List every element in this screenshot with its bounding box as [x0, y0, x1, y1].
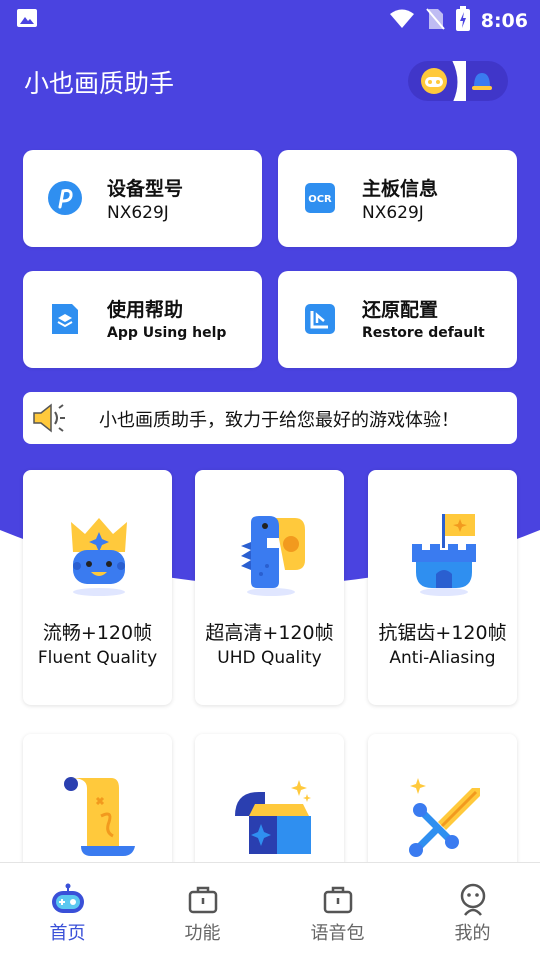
- treasure-chest-icon: [229, 776, 313, 860]
- status-bar: 8:06: [0, 0, 540, 36]
- ocr-icon: OCR: [302, 180, 338, 216]
- bottom-navigation: 首页 功能 语音包 我的: [0, 862, 540, 960]
- gamepad-toggle-icon: [420, 67, 448, 99]
- mode-label-en: Anti-Aliasing: [389, 648, 496, 668]
- nav-voice-pack-label: 语音包: [310, 923, 365, 944]
- restore-label: 还原配置: [362, 299, 439, 321]
- castle-flag-icon: [402, 512, 486, 596]
- mode-card-uhd[interactable]: 超高清+120帧 UHD Quality: [195, 470, 344, 705]
- voice-pack-icon: [322, 883, 354, 919]
- help-subtitle: App Using help: [107, 325, 227, 341]
- scroll-map-icon: [57, 776, 141, 860]
- briefcase-icon: [187, 883, 219, 919]
- nav-features[interactable]: 功能: [135, 863, 270, 960]
- mode-label-en: UHD Quality: [217, 648, 322, 668]
- no-sim-icon: [425, 7, 445, 35]
- nav-profile-label: 我的: [454, 923, 491, 944]
- svg-text:OCR: OCR: [308, 194, 332, 205]
- mode-card-fluent[interactable]: 流畅+120帧 Fluent Quality: [23, 470, 172, 705]
- device-model-label: 设备型号: [107, 178, 184, 200]
- mode-label-en: Fluent Quality: [37, 648, 158, 668]
- theme-toggle[interactable]: [408, 61, 508, 101]
- nav-home[interactable]: 首页: [0, 863, 135, 960]
- device-model-value: NX629J: [107, 203, 169, 223]
- help-card[interactable]: 使用帮助 App Using help: [23, 271, 262, 368]
- app-title: 小也画质助手: [24, 69, 175, 98]
- nav-voice-pack[interactable]: 语音包: [270, 863, 405, 960]
- sword-icon: [402, 776, 486, 860]
- board-info-value: NX629J: [362, 203, 424, 223]
- battery-charging-icon: [455, 6, 471, 36]
- gamepad-home-icon: [51, 883, 85, 919]
- help-label: 使用帮助: [107, 299, 184, 321]
- brand-p-icon: [47, 180, 83, 216]
- mode-label-cn: 流畅+120帧: [42, 622, 153, 644]
- mode-label-cn: 超高清+120帧: [205, 622, 334, 644]
- restore-subtitle: Restore default: [362, 325, 485, 341]
- notice-bar: 小也画质助手，致力于给您最好的游戏体验！: [23, 392, 517, 444]
- device-model-card[interactable]: 设备型号 NX629J: [23, 150, 262, 247]
- notice-text: 小也画质助手，致力于给您最好的游戏体验！: [99, 410, 459, 431]
- nav-features-label: 功能: [184, 923, 221, 944]
- nav-home-label: 首页: [49, 923, 86, 944]
- status-time: 8:06: [480, 10, 528, 32]
- restore-icon: [302, 301, 338, 337]
- app-header: 小也画质助手: [0, 56, 540, 112]
- bell-toggle-icon: [468, 67, 496, 99]
- speaker-icon: [31, 402, 67, 438]
- mode-card-antialias[interactable]: 抗锯齿+120帧 Anti-Aliasing: [368, 470, 517, 705]
- nav-profile[interactable]: 我的: [405, 863, 540, 960]
- board-info-label: 主板信息: [362, 178, 439, 200]
- mode-label-cn: 抗锯齿+120帧: [378, 622, 507, 644]
- wifi-icon: [389, 8, 415, 34]
- profile-icon: [457, 883, 489, 921]
- board-info-card[interactable]: OCR 主板信息 NX629J: [278, 150, 517, 247]
- dinosaur-icon: [229, 512, 313, 596]
- restore-card[interactable]: 还原配置 Restore default: [278, 271, 517, 368]
- image-notification-icon: [16, 7, 38, 33]
- crown-king-icon: [57, 512, 141, 596]
- help-layers-icon: [47, 301, 83, 337]
